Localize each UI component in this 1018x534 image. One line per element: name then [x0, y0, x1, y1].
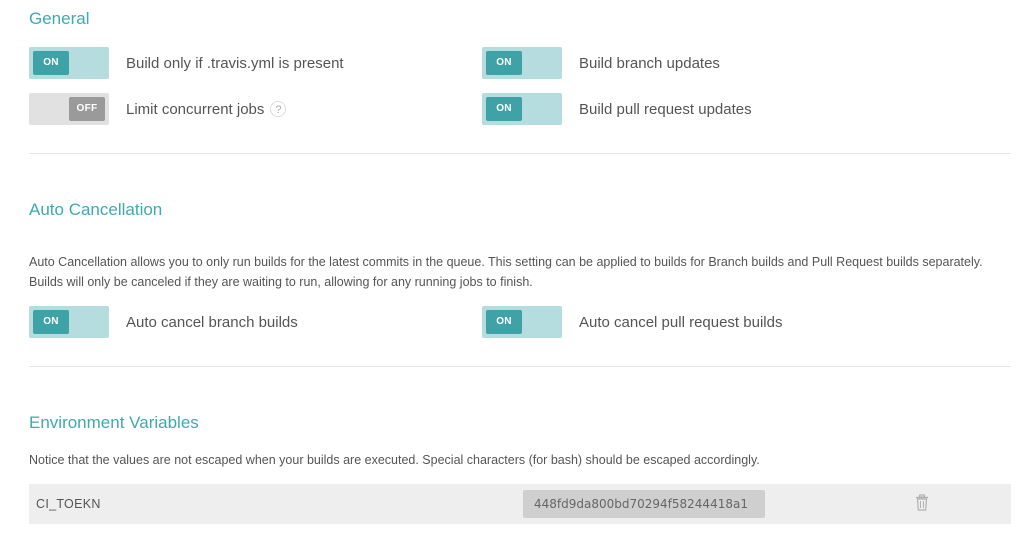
limit-concurrent-jobs-toggle[interactable]: OFF — [29, 93, 109, 125]
build-pull-request-updates-toggle[interactable]: ON — [482, 93, 562, 125]
build-pull-request-updates-label: Build pull request updates — [579, 101, 752, 118]
toggle-state: OFF — [69, 97, 105, 121]
section-divider — [29, 366, 1011, 367]
toggle-state: ON — [33, 310, 69, 334]
auto-cancel-branch-builds-toggle[interactable]: ON — [29, 306, 109, 338]
auto-cancellation-description: Auto Cancellation allows you to only run… — [29, 255, 983, 289]
help-icon[interactable]: ? — [270, 101, 287, 117]
toggle-state: ON — [486, 97, 522, 121]
toggle-state: ON — [33, 51, 69, 75]
auto-cancellation-section-title: Auto Cancellation — [29, 200, 163, 219]
build-only-travis-yml-toggle[interactable]: ON — [29, 47, 109, 79]
environment-variables-section-title: Environment Variables — [29, 413, 199, 432]
general-section-title: General — [29, 9, 90, 28]
auto-cancel-branch-builds-label: Auto cancel branch builds — [126, 314, 298, 331]
build-only-travis-yml-label: Build only if .travis.yml is present — [126, 55, 344, 72]
limit-concurrent-jobs-label: Limit concurrent jobs — [126, 101, 265, 118]
limit-concurrent-jobs-row: Limit concurrent jobs? — [126, 101, 287, 119]
toggle-state: ON — [486, 310, 522, 334]
auto-cancel-pull-request-builds-label: Auto cancel pull request builds — [579, 314, 783, 331]
auto-cancel-pull-request-builds-toggle[interactable]: ON — [482, 306, 562, 338]
trash-icon[interactable] — [915, 494, 929, 512]
environment-variables-notice: Notice that the values are not escaped w… — [29, 453, 760, 467]
build-branch-updates-toggle[interactable]: ON — [482, 47, 562, 79]
section-divider — [29, 153, 1011, 154]
env-var-name: CI_TOEKN — [36, 497, 101, 511]
env-var-value[interactable]: 448fd9da800bd70294f58244418a1 — [523, 490, 765, 518]
toggle-state: ON — [486, 51, 522, 75]
env-var-row: CI_TOEKN 448fd9da800bd70294f58244418a1 — [29, 484, 1011, 524]
build-branch-updates-label: Build branch updates — [579, 55, 720, 72]
